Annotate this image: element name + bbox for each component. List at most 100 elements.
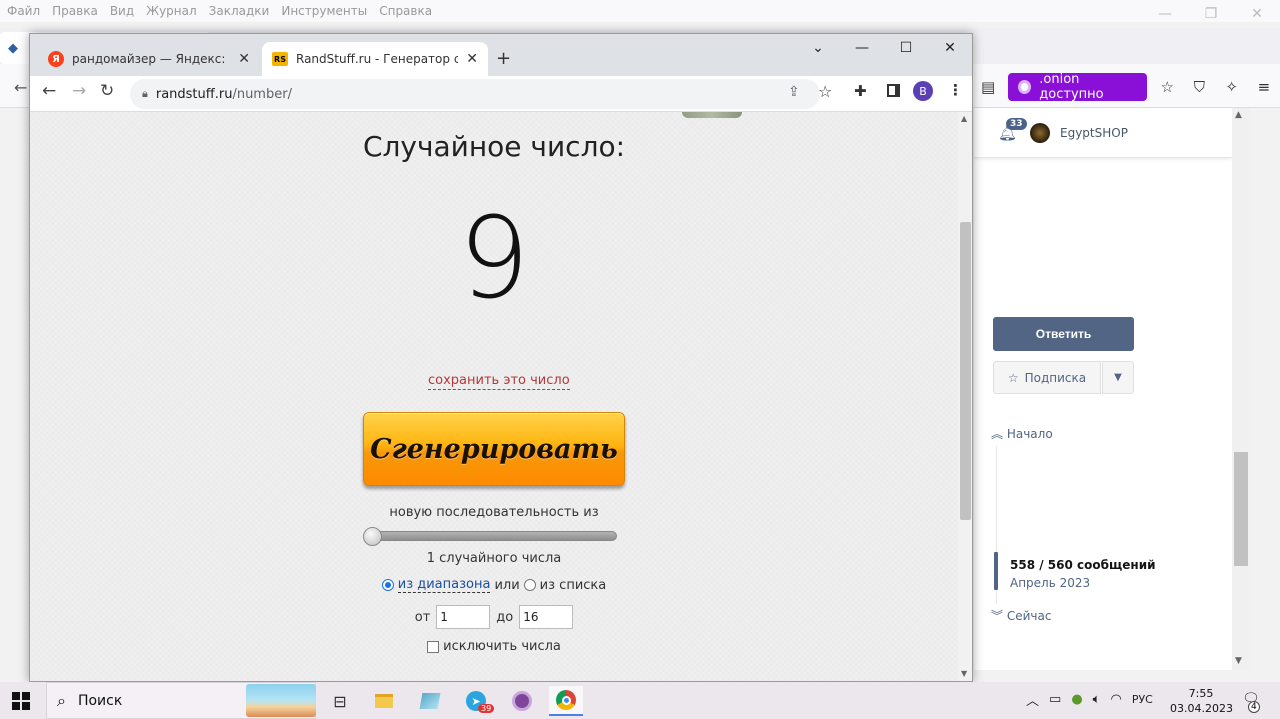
onion-label: .onion доступно bbox=[1039, 72, 1104, 102]
volume-muted-icon[interactable]: 🔈︎ bbox=[1093, 692, 1101, 707]
scroll-up-icon[interactable]: ▲ bbox=[961, 114, 967, 123]
thread-scrubber-handle[interactable] bbox=[994, 552, 998, 590]
url-host: randstuff.ru bbox=[155, 86, 233, 102]
windows-start-icon[interactable] bbox=[12, 692, 30, 710]
tab-yandex[interactable]: Я рандомайзер — Яндекс: нашлось ✕ bbox=[38, 42, 260, 76]
count-label: 1 случайного числа bbox=[426, 551, 562, 566]
battery-icon[interactable]: ▭ bbox=[1049, 692, 1061, 707]
generate-button[interactable]: Сгенерировать bbox=[363, 412, 625, 486]
scroll-down-icon[interactable]: ▼ bbox=[1235, 656, 1242, 666]
mode-range-label[interactable]: из диапазона bbox=[397, 577, 491, 593]
forum-scrollbar[interactable] bbox=[1232, 108, 1250, 670]
shield-icon[interactable]: ⛉ bbox=[1183, 72, 1215, 102]
system-tray: ︿ ▭ ● 🔈︎ ◠ РУС bbox=[1026, 690, 1153, 709]
menu-file[interactable]: Файл bbox=[6, 4, 41, 18]
url-path: /number/ bbox=[232, 86, 292, 102]
clock[interactable]: 7:55 03.04.2023 bbox=[1170, 686, 1233, 716]
back-arrow-icon[interactable]: ← bbox=[42, 81, 56, 101]
tab-search-icon[interactable]: ⌄ bbox=[796, 34, 840, 64]
task-view-icon[interactable]: ⊟ bbox=[323, 686, 357, 716]
reply-button[interactable]: Ответить bbox=[993, 317, 1134, 351]
lock-icon[interactable]: 🔒︎ bbox=[142, 87, 148, 101]
close-icon[interactable]: ✕ bbox=[928, 34, 972, 64]
message-count: 558 / 560 сообщений bbox=[1010, 558, 1156, 572]
message-date: Апрель 2023 bbox=[1010, 576, 1091, 590]
close-tab-icon[interactable]: ✕ bbox=[466, 51, 478, 67]
range-to-input[interactable]: 16 bbox=[519, 605, 574, 629]
bookmark-star-icon[interactable]: ☆ bbox=[1151, 72, 1183, 102]
forum-scrollbar-thumb[interactable] bbox=[1234, 452, 1248, 566]
exclude-label[interactable]: исключить числа bbox=[443, 639, 561, 654]
reader-view-icon[interactable]: ▤ bbox=[972, 72, 1004, 102]
mode-range-radio[interactable] bbox=[381, 579, 394, 591]
tab-randstuff[interactable]: RS RandStuff.ru - Генератор случайных ✕ bbox=[262, 42, 488, 76]
chevron-up-icon[interactable]: ︿ bbox=[1026, 690, 1039, 709]
close-tab-icon[interactable]: ✕ bbox=[238, 51, 250, 67]
desktop-edge bbox=[1250, 108, 1280, 670]
subscribe-button[interactable]: ☆ Подписка bbox=[993, 361, 1101, 394]
notification-count-badge: 4 bbox=[1248, 701, 1260, 713]
share-icon[interactable]: ⇪ bbox=[788, 84, 800, 100]
extensions-icon[interactable]: ✚ bbox=[854, 82, 867, 100]
menu-view[interactable]: Вид bbox=[109, 4, 135, 18]
avatar[interactable] bbox=[1030, 123, 1050, 143]
start-label: Начало bbox=[1006, 427, 1053, 441]
magic-wand-icon[interactable]: ✧ bbox=[1216, 72, 1248, 102]
jump-start-link[interactable]: ︽ Начало bbox=[991, 425, 1053, 442]
address-bar[interactable]: 🔒︎ randstuff.ru/number/ bbox=[130, 79, 820, 109]
yandex-favicon-icon: Я bbox=[48, 51, 64, 67]
chrome-icon[interactable] bbox=[549, 686, 583, 716]
tor-browser-icon[interactable] bbox=[505, 686, 539, 716]
count-slider-track[interactable] bbox=[364, 531, 617, 541]
notification-badge: 33 bbox=[1006, 118, 1027, 130]
search-label: Поиск bbox=[77, 692, 123, 709]
language-indicator[interactable]: РУС bbox=[1132, 693, 1153, 706]
scroll-down-icon[interactable]: ▼ bbox=[961, 669, 967, 678]
range-inputs: от 1 до 16 bbox=[30, 605, 958, 629]
exclude-row: исключить числа bbox=[30, 639, 958, 654]
jump-now-link[interactable]: ︾ Сейчас bbox=[991, 607, 1051, 624]
close-icon[interactable]: ✕ bbox=[1234, 0, 1280, 28]
search-highlight-image[interactable] bbox=[246, 684, 316, 717]
hamburger-menu-icon[interactable]: ≡ bbox=[1248, 72, 1280, 102]
mode-list-radio[interactable] bbox=[523, 579, 536, 591]
menu-help[interactable]: Справка bbox=[378, 4, 433, 18]
app-tray-icon[interactable]: ● bbox=[1071, 692, 1082, 707]
onion-available-button[interactable]: .onion доступно bbox=[1008, 72, 1148, 102]
back-arrow-icon[interactable]: ← bbox=[14, 78, 27, 97]
exclude-checkbox[interactable] bbox=[427, 640, 440, 653]
randstuff-favicon-icon: RS bbox=[272, 52, 288, 66]
side-panel-icon[interactable] bbox=[887, 84, 900, 97]
menu-tools[interactable]: Инструменты bbox=[280, 4, 368, 18]
scroll-up-icon[interactable]: ▲ bbox=[1235, 110, 1242, 120]
double-chevron-down-icon: ︾ bbox=[991, 609, 1004, 623]
file-explorer-icon[interactable] bbox=[367, 686, 401, 716]
count-slider-handle[interactable] bbox=[363, 527, 382, 546]
wifi-icon[interactable]: ◠ bbox=[1110, 692, 1121, 707]
bookmark-star-icon[interactable]: ☆ bbox=[818, 82, 832, 101]
new-tab-icon[interactable]: + bbox=[496, 48, 511, 69]
star-icon: ☆ bbox=[1007, 370, 1019, 385]
decorative-plant-image bbox=[682, 112, 742, 118]
minimize-icon[interactable]: — bbox=[840, 34, 884, 64]
kebab-menu-icon[interactable]: ⋮ bbox=[948, 81, 963, 99]
profile-avatar[interactable]: В bbox=[913, 81, 933, 101]
random-number: 9 bbox=[458, 194, 530, 324]
reload-icon[interactable]: ↻ bbox=[100, 81, 114, 101]
subscribe-dropdown[interactable]: ▼ bbox=[1102, 361, 1134, 394]
maximize-icon[interactable]: ☐ bbox=[884, 34, 928, 64]
restore-icon[interactable]: ❐ bbox=[1188, 0, 1234, 28]
save-number-link[interactable]: сохранить это число bbox=[428, 373, 570, 390]
notes-app-icon[interactable] bbox=[413, 686, 447, 716]
forward-arrow-icon[interactable]: → bbox=[72, 81, 86, 101]
user-name[interactable]: EgyptSHOP bbox=[1060, 126, 1128, 140]
menu-edit[interactable]: Правка bbox=[51, 4, 99, 18]
sequence-label: новую последовательность из bbox=[389, 505, 599, 520]
mode-list-label[interactable]: из списка bbox=[540, 578, 607, 593]
page-scrollbar-thumb[interactable] bbox=[960, 222, 971, 520]
forum-favicon-icon: ◆ bbox=[8, 40, 18, 56]
range-from-input[interactable]: 1 bbox=[436, 605, 491, 629]
minimize-icon[interactable]: — bbox=[1142, 0, 1188, 28]
menu-history[interactable]: Журнал bbox=[145, 4, 198, 18]
menu-bookmarks[interactable]: Закладки bbox=[208, 4, 271, 18]
